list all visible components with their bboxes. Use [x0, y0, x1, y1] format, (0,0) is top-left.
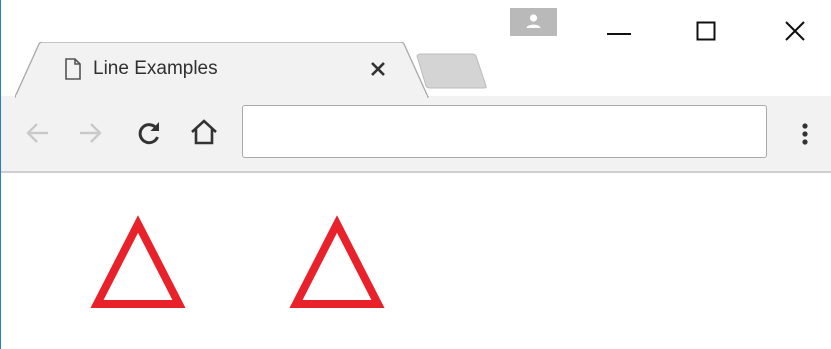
- address-bar[interactable]: [242, 105, 767, 158]
- close-icon[interactable]: [367, 58, 389, 80]
- triangle-shape: [289, 215, 385, 308]
- back-arrow-icon: [26, 123, 48, 143]
- maximize-button[interactable]: [691, 14, 721, 44]
- home-icon: [191, 119, 217, 145]
- profile-button[interactable]: [510, 8, 557, 36]
- forward-arrow-icon: [80, 123, 102, 143]
- new-tab-button[interactable]: [412, 52, 490, 90]
- tab-line-examples[interactable]: Line Examples: [15, 42, 430, 98]
- new-tab-icon: [416, 53, 487, 89]
- triangle-shape: [90, 215, 186, 308]
- page-icon: [65, 58, 81, 80]
- minimize-icon: [607, 33, 631, 35]
- tab-title: Line Examples: [93, 58, 218, 79]
- browser-window: Line Examples: [0, 0, 831, 349]
- page-content: [1, 173, 831, 349]
- close-icon: [785, 21, 805, 41]
- home-button[interactable]: [187, 115, 221, 149]
- forward-button[interactable]: [73, 116, 107, 150]
- more-vertical-icon: [802, 123, 808, 145]
- profile-icon: [526, 14, 541, 28]
- reload-icon: [138, 122, 159, 145]
- maximize-icon: [696, 21, 716, 41]
- reload-button[interactable]: [132, 116, 166, 150]
- back-button[interactable]: [21, 116, 55, 150]
- menu-button[interactable]: [793, 116, 817, 152]
- minimize-button[interactable]: [604, 14, 634, 44]
- close-window-button[interactable]: [780, 14, 810, 44]
- page-canvas: [90, 215, 385, 308]
